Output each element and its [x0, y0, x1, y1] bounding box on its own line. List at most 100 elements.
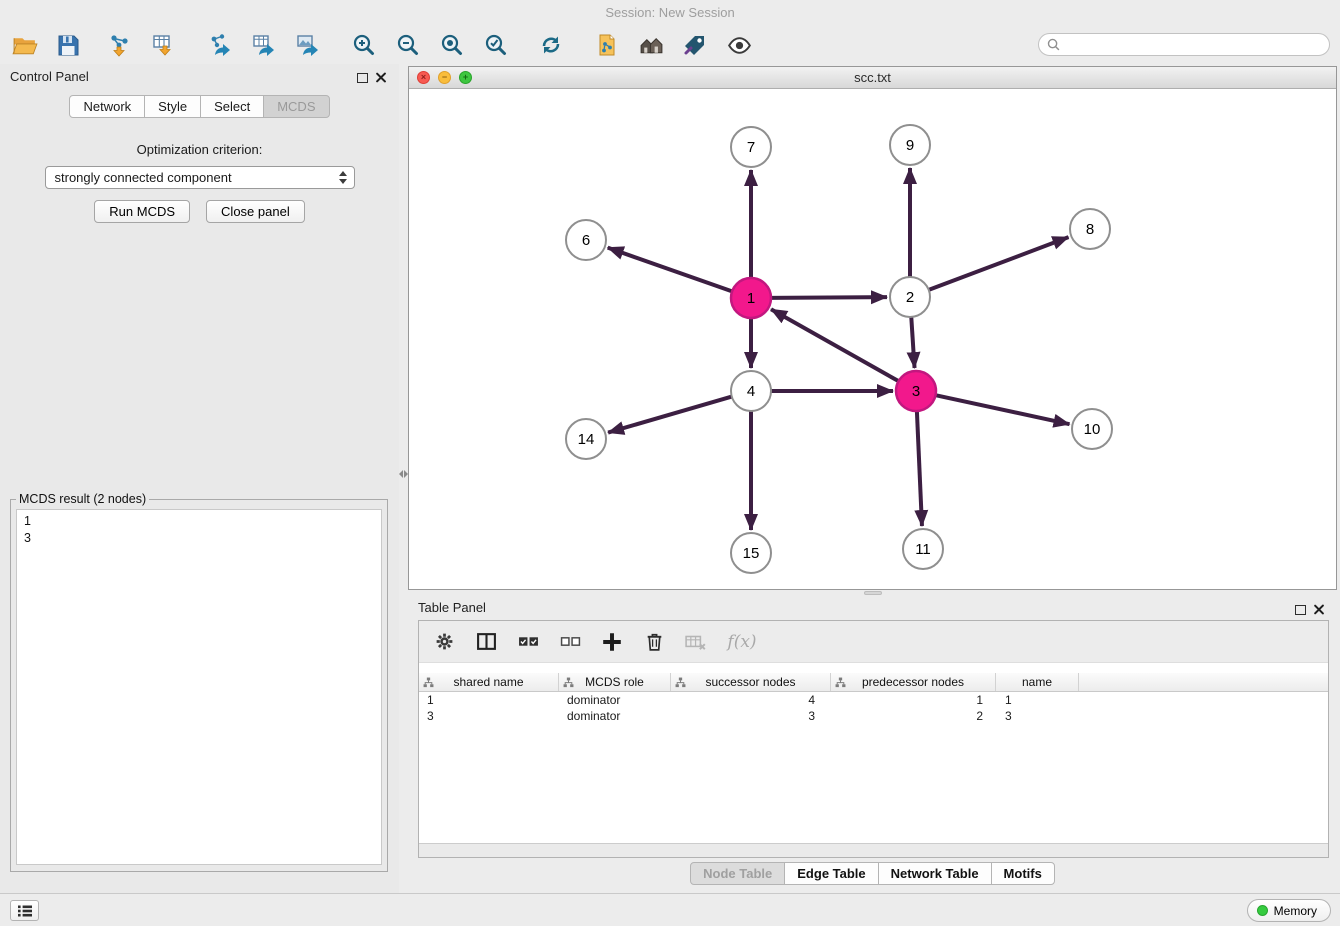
zoom-out-button[interactable]: [386, 29, 430, 61]
zoom-fit-button[interactable]: [430, 29, 474, 61]
duplicate-network-button[interactable]: [585, 29, 629, 61]
split-columns-icon: [476, 631, 497, 652]
graph-edge-1-2[interactable]: [771, 297, 887, 298]
cell-predecessor-nodes[interactable]: 1: [831, 692, 996, 708]
import-network-button[interactable]: [97, 29, 141, 61]
vertical-splitter[interactable]: [399, 64, 408, 893]
save-session-button[interactable]: [46, 29, 90, 61]
memory-button[interactable]: Memory: [1247, 899, 1331, 922]
import-table-button[interactable]: [141, 29, 185, 61]
search-input[interactable]: [1065, 35, 1329, 54]
graph-edge-1-6[interactable]: [608, 248, 732, 292]
window-close-button[interactable]: ×: [417, 71, 430, 84]
graph-node-4[interactable]: 4: [731, 371, 771, 411]
graph-node-15[interactable]: 15: [731, 533, 771, 573]
window-zoom-button[interactable]: +: [459, 71, 472, 84]
cell-predecessor-nodes[interactable]: 2: [831, 708, 996, 724]
graph-edge-3-11[interactable]: [917, 411, 922, 526]
select-all-button[interactable]: [515, 629, 541, 655]
graph-node-3[interactable]: 3: [896, 371, 936, 411]
style-button[interactable]: [673, 29, 717, 61]
tab-select[interactable]: Select: [200, 95, 264, 118]
column-header-mcds-role[interactable]: MCDS role: [559, 673, 671, 691]
tab-node-table[interactable]: Node Table: [690, 862, 785, 885]
column-header-shared-name[interactable]: shared name: [419, 673, 559, 691]
export-network-button[interactable]: [198, 29, 242, 61]
column-header-predecessor-nodes[interactable]: predecessor nodes: [831, 673, 996, 691]
table-row[interactable]: 1 dominator 4 1 1: [419, 692, 1328, 708]
zoom-in-button[interactable]: [342, 29, 386, 61]
graph-edge-3-10[interactable]: [936, 395, 1070, 424]
export-table-button[interactable]: [242, 29, 286, 61]
graph-edge-3-1[interactable]: [771, 309, 899, 381]
cell-name[interactable]: 3: [996, 708, 1079, 724]
eye-button[interactable]: [717, 29, 761, 61]
svg-text:1: 1: [747, 290, 755, 307]
graph-node-1[interactable]: 1: [731, 278, 771, 318]
tab-style[interactable]: Style: [144, 95, 201, 118]
search-icon: [1047, 38, 1060, 51]
graph-node-10[interactable]: 10: [1072, 409, 1112, 449]
graph-node-14[interactable]: 14: [566, 419, 606, 459]
graph-edge-2-3[interactable]: [911, 317, 914, 368]
svg-text:7: 7: [747, 139, 755, 156]
cell-name[interactable]: 1: [996, 692, 1079, 708]
show-columns-button[interactable]: [473, 629, 499, 655]
table-settings-button[interactable]: [431, 629, 457, 655]
close-panel-icon[interactable]: [375, 71, 387, 83]
svg-text:2: 2: [906, 289, 914, 306]
tab-network[interactable]: Network: [69, 95, 145, 118]
delete-column-button[interactable]: [641, 629, 667, 655]
graph-edge-4-14[interactable]: [608, 397, 732, 433]
cell-mcds-role[interactable]: dominator: [559, 708, 671, 724]
cell-mcds-role[interactable]: dominator: [559, 692, 671, 708]
float-panel-icon[interactable]: [357, 73, 368, 83]
table-horizontal-scrollbar[interactable]: [419, 843, 1328, 857]
graph-node-8[interactable]: 8: [1070, 209, 1110, 249]
tab-edge-table[interactable]: Edge Table: [784, 862, 878, 885]
export-image-button[interactable]: [286, 29, 330, 61]
graph-node-2[interactable]: 2: [890, 277, 930, 317]
column-header-name[interactable]: name: [996, 673, 1079, 691]
control-panel-tabs: Network Style Select MCDS: [0, 95, 399, 118]
function-builder-button[interactable]: f(x): [725, 629, 759, 655]
add-column-button[interactable]: [599, 629, 625, 655]
graph-edge-2-8[interactable]: [929, 237, 1069, 290]
graph-node-11[interactable]: 11: [903, 529, 943, 569]
cell-successor-nodes[interactable]: 3: [671, 708, 831, 724]
cell-shared-name[interactable]: 3: [419, 708, 559, 724]
task-history-button[interactable]: [10, 900, 39, 921]
zoom-selected-button[interactable]: [474, 29, 518, 61]
deselect-all-button[interactable]: [557, 629, 583, 655]
horizontal-splitter-handle-icon[interactable]: [864, 591, 882, 595]
open-session-button[interactable]: [2, 29, 46, 61]
run-mcds-button[interactable]: Run MCDS: [94, 200, 190, 223]
column-label: predecessor nodes: [862, 675, 964, 689]
close-panel-button[interactable]: Close panel: [206, 200, 305, 223]
cell-shared-name[interactable]: 1: [419, 692, 559, 708]
vertical-splitter-handle-icon[interactable]: [399, 466, 408, 482]
table-toolbar: f(x): [419, 621, 1328, 663]
network-canvas[interactable]: 7 9 6 8 1 2 4 3 14 10 15 11: [409, 89, 1336, 589]
graph-node-6[interactable]: 6: [566, 220, 606, 260]
graph-node-7[interactable]: 7: [731, 127, 771, 167]
window-minimize-button[interactable]: −: [438, 71, 451, 84]
table-close-panel-icon[interactable]: [1313, 603, 1325, 615]
cell-successor-nodes[interactable]: 4: [671, 692, 831, 708]
criterion-dropdown[interactable]: strongly connected component: [45, 166, 355, 189]
tab-network-table[interactable]: Network Table: [878, 862, 992, 885]
network-window-titlebar[interactable]: × − + scc.txt: [409, 67, 1336, 89]
export-image-icon: [295, 32, 321, 58]
tab-mcds[interactable]: MCDS: [263, 95, 329, 118]
refresh-button[interactable]: [529, 29, 573, 61]
graph-node-9[interactable]: 9: [890, 125, 930, 165]
network-graph[interactable]: 7 9 6 8 1 2 4 3 14 10 15 11: [409, 89, 1336, 589]
optimization-criterion-label: Optimization criterion:: [0, 142, 399, 157]
table-float-panel-icon[interactable]: [1295, 605, 1306, 615]
delete-table-button[interactable]: [683, 629, 709, 655]
tab-motifs[interactable]: Motifs: [991, 862, 1055, 885]
search-field[interactable]: [1038, 33, 1330, 56]
home-button[interactable]: [629, 29, 673, 61]
table-row[interactable]: 3 dominator 3 2 3: [419, 708, 1328, 724]
column-header-successor-nodes[interactable]: successor nodes: [671, 673, 831, 691]
